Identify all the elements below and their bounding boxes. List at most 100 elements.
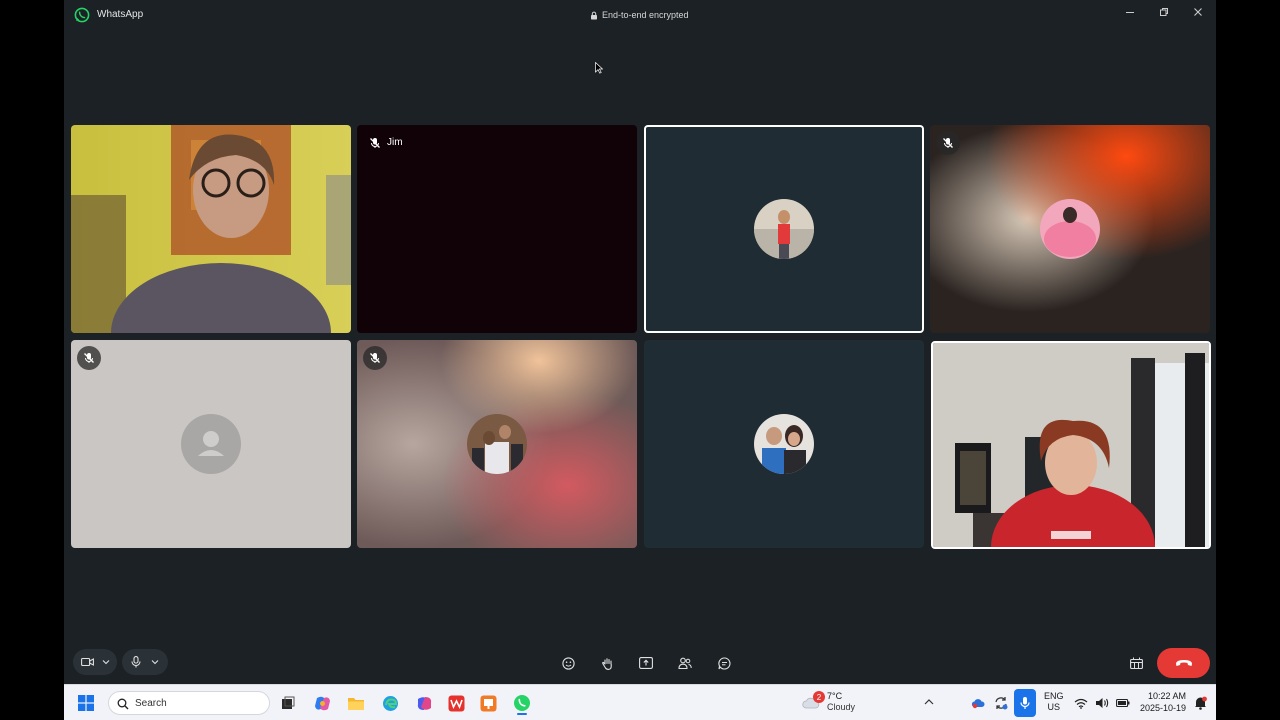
volume-icon (1096, 698, 1109, 708)
whatsapp-icon (514, 695, 530, 711)
maximize-button[interactable] (1153, 4, 1175, 20)
participant-tile-4[interactable] (930, 125, 1210, 333)
encryption-label: End-to-end encrypted (602, 10, 689, 20)
minimize-icon (1126, 12, 1134, 13)
edge-icon (382, 695, 398, 711)
notifications-button[interactable] (1191, 694, 1209, 712)
chevron-down-icon[interactable] (102, 659, 110, 665)
share-screen-button[interactable] (635, 653, 657, 673)
copilot-m365-button[interactable] (414, 693, 434, 713)
quick-settings-button[interactable] (1074, 695, 1130, 711)
participant-tile-3[interactable] (644, 125, 924, 333)
whatsapp-call-window: WhatsApp End-to-end encrypted Jim (64, 0, 1216, 684)
grid-layout-icon (1129, 657, 1143, 669)
minimize-button[interactable] (1119, 4, 1141, 20)
raise-hand-button[interactable] (596, 653, 618, 673)
participant-video-feed (71, 125, 351, 333)
participant-tile-2[interactable]: Jim (357, 125, 637, 333)
keyboard-region: US (1047, 702, 1061, 712)
chevron-down-icon[interactable] (151, 659, 159, 665)
lock-icon (591, 11, 597, 19)
participant-tile-1[interactable] (71, 125, 351, 333)
self-video-feed (933, 343, 1209, 547)
participant-tile-7[interactable] (644, 340, 924, 548)
app-taskbar-button[interactable] (478, 693, 498, 713)
encryption-status: End-to-end encrypted (590, 10, 689, 20)
camera-control-group (73, 649, 117, 675)
mic-off-icon (370, 353, 380, 363)
muted-indicator (936, 131, 960, 155)
mic-off-icon (943, 138, 953, 148)
task-view-button[interactable] (278, 693, 298, 713)
mic-off-icon (84, 353, 94, 363)
m365-copilot-icon (417, 696, 431, 710)
avatar-photo (754, 414, 814, 474)
start-button[interactable] (76, 693, 96, 713)
microphone-icon[interactable] (131, 656, 141, 668)
taskbar: Search 2 7°C Cloudy ENG US 10:22 AM 2025… (64, 684, 1216, 720)
reactions-button[interactable] (557, 653, 579, 673)
video-camera-icon[interactable] (80, 657, 94, 667)
people-icon (678, 657, 692, 669)
layout-button[interactable] (1125, 653, 1147, 673)
temperature: 7°C (827, 691, 843, 701)
participant-tile-5[interactable] (71, 340, 351, 548)
clock-date: 2025-10-19 (1139, 703, 1186, 713)
participant-avatar (1040, 199, 1100, 259)
file-explorer-button[interactable] (346, 693, 366, 713)
muted-indicator (363, 131, 387, 155)
share-screen-icon (639, 657, 653, 669)
mic-off-icon (370, 138, 380, 148)
copilot-taskbar-button[interactable] (312, 693, 332, 713)
end-call-button[interactable] (1157, 648, 1210, 678)
participant-avatar (754, 199, 814, 259)
hang-up-icon (1175, 660, 1192, 666)
cloud-sync-icon (971, 699, 985, 709)
hand-icon (601, 657, 612, 670)
task-view-icon (282, 696, 295, 709)
whatsapp-taskbar-button[interactable] (511, 692, 533, 715)
self-view-tile[interactable] (931, 341, 1211, 549)
input-language-indicator[interactable]: ENG US (1044, 691, 1064, 713)
language-code: ENG (1044, 691, 1064, 701)
edge-browser-button[interactable] (380, 693, 400, 713)
copilot-icon (314, 696, 330, 710)
notification-bell-icon (1194, 696, 1207, 710)
active-app-indicator (517, 713, 527, 715)
chat-button[interactable] (713, 653, 735, 673)
avatar-photo (754, 199, 814, 259)
chevron-up-icon (924, 699, 934, 705)
battery-icon (1116, 698, 1130, 708)
search-icon (117, 698, 129, 710)
refresh-icon (995, 697, 1008, 710)
restore-icon (1160, 8, 1168, 16)
onedrive-tray-button[interactable] (970, 695, 986, 711)
emoji-icon (561, 656, 575, 670)
taskbar-search[interactable]: Search (108, 691, 270, 715)
whatsapp-logo-icon (74, 7, 90, 23)
wifi-icon (1074, 698, 1088, 709)
default-avatar (181, 414, 241, 474)
windows-logo-icon (78, 695, 94, 711)
search-placeholder: Search (135, 698, 167, 709)
participant-tile-6[interactable] (357, 340, 637, 548)
muted-indicator (77, 346, 101, 370)
app-title: WhatsApp (97, 9, 144, 20)
participant-avatar (467, 414, 527, 474)
weather-condition: Cloudy (827, 702, 856, 712)
person-placeholder-icon (198, 431, 224, 456)
show-hidden-icons-button[interactable] (922, 695, 936, 709)
add-participants-button[interactable] (674, 653, 696, 673)
avatar-photo (467, 414, 527, 474)
sync-tray-button[interactable] (993, 695, 1009, 711)
call-controls-bar (64, 641, 1216, 684)
avatar-photo (1040, 199, 1100, 259)
title-bar: WhatsApp End-to-end encrypted (64, 0, 1216, 30)
close-button[interactable] (1187, 4, 1209, 20)
clock-time: 10:22 AM (1147, 691, 1186, 701)
microphone-in-use-button[interactable] (1014, 689, 1036, 717)
wps-office-button[interactable] (446, 693, 466, 713)
weather-widget[interactable]: 2 7°C Cloudy (802, 689, 860, 717)
close-icon (1194, 8, 1202, 16)
system-clock[interactable]: 10:22 AM 2025-10-19 (1134, 690, 1186, 714)
